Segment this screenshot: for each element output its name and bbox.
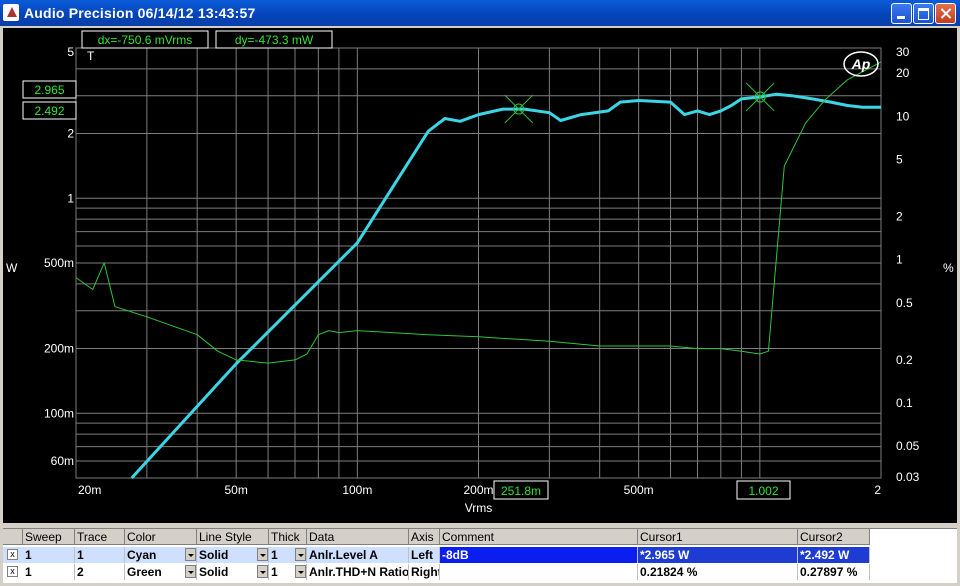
dropdown-arrow-icon[interactable] xyxy=(257,548,268,561)
y2-tick-label: 10 xyxy=(896,109,910,123)
y-tick-label: 5 xyxy=(67,45,74,59)
y2-tick-label: 2 xyxy=(896,210,903,224)
x-axis-title: Vrms xyxy=(465,501,493,515)
minimize-button[interactable] xyxy=(891,3,912,24)
x-tick-label: 50m xyxy=(224,483,247,497)
y-tick-label: 2 xyxy=(67,127,74,141)
y-tick-label: 200m xyxy=(44,342,74,356)
cell-comment[interactable] xyxy=(440,564,638,580)
series-line-cyan xyxy=(130,92,881,480)
x-tick-label: 2 xyxy=(874,483,881,497)
header-corner xyxy=(3,529,23,545)
cell-cursor1: 0.21824 % xyxy=(638,564,798,580)
y2-tick-label: 20 xyxy=(896,66,910,80)
app-logo-icon xyxy=(3,4,19,21)
y2-tick-label: 1 xyxy=(896,253,903,267)
y2-tick-label: 0.2 xyxy=(896,353,913,367)
dropdown-arrow-icon[interactable] xyxy=(185,548,196,561)
sweep-graph[interactable]: 20m 50m 100m 200m 500m 2 5 2 1 500m 200m 100m 60m 30 2… xyxy=(3,28,957,523)
y-cursor1-readout: 2.965 xyxy=(34,83,64,97)
cell-data[interactable]: Anlr.THD+N Ratio xyxy=(307,564,409,580)
column-header-line-style[interactable]: Line Style xyxy=(197,529,269,545)
x-tick-label: 500m xyxy=(624,483,654,497)
cell-sweep: 1 xyxy=(23,547,75,563)
column-header-axis[interactable]: Axis xyxy=(409,529,440,545)
cell-comment[interactable]: -8dB xyxy=(440,547,638,563)
column-header-trace[interactable]: Trace xyxy=(75,529,125,545)
cell-sweep: 1 xyxy=(23,564,75,580)
trace-enable-checkbox[interactable]: x xyxy=(7,549,18,560)
cell-trace: 2 xyxy=(75,564,125,580)
y2-tick-label: 30 xyxy=(896,45,910,59)
cell-trace: 1 xyxy=(75,547,125,563)
trace-enable-checkbox[interactable]: x xyxy=(7,566,18,577)
column-header-comment[interactable]: Comment xyxy=(440,529,638,545)
y-axis-title: W xyxy=(6,261,18,275)
y-tick-label: 60m xyxy=(51,454,74,468)
maximize-button[interactable] xyxy=(913,3,934,24)
column-header-cursor2[interactable]: Cursor2 xyxy=(798,529,870,545)
cell-cursor2: 0.27897 % xyxy=(798,564,870,580)
grid-lines xyxy=(75,47,882,479)
column-header-cursor1[interactable]: Cursor1 xyxy=(638,529,798,545)
x-tick-label: 100m xyxy=(342,483,372,497)
column-header-thick[interactable]: Thick xyxy=(269,529,307,545)
close-button[interactable] xyxy=(935,3,956,24)
y-tick-label: 500m xyxy=(44,256,74,270)
title-bar: Audio Precision 06/14/12 13:43:57 xyxy=(0,0,960,26)
cell-data[interactable]: Anlr.Level A xyxy=(307,547,409,563)
y-tick-label: 100m xyxy=(44,406,74,420)
dropdown-arrow-icon[interactable] xyxy=(185,565,196,578)
graph-area[interactable]: 20m 50m 100m 200m 500m 2 5 2 1 500m 200m 100m 60m 30 2… xyxy=(3,28,957,523)
trace-table[interactable]: Sweep Trace Color Line Style Thick Data Axis Co… xyxy=(3,528,957,583)
x-tick-label: 200m xyxy=(463,483,493,497)
column-header-sweep[interactable]: Sweep xyxy=(23,529,75,545)
cell-cursor2: *2.492 W xyxy=(798,547,870,563)
x-cursor2-readout: 1.002 xyxy=(748,484,778,498)
dy-readout: dy=-473.3 mW xyxy=(235,33,314,47)
table-header: Sweep Trace Color Line Style Thick Data Axis Co… xyxy=(3,529,870,545)
y2-tick-label: 0.5 xyxy=(896,296,913,310)
trigger-marker: T xyxy=(87,49,95,63)
y2-tick-label: 0.1 xyxy=(896,396,913,410)
dx-readout: dx=-750.6 mVrms xyxy=(98,33,193,47)
x-tick-label: 20m xyxy=(78,483,101,497)
x-cursor1-readout: 251.8m xyxy=(501,484,541,498)
y2-axis-title: % xyxy=(943,261,954,275)
y2-tick-label: 0.05 xyxy=(896,439,920,453)
table-row[interactable]: x 1 2 Green Solid 1 Anlr.THD+N Ratio Right 0.218… xyxy=(3,564,870,580)
y2-tick-label: 0.03 xyxy=(896,470,920,484)
dropdown-arrow-icon[interactable] xyxy=(257,565,268,578)
cell-axis[interactable]: Left xyxy=(409,547,440,563)
cursor-overlay: dx=-750.6 mVrms dy=-473.3 mW2.9652.492251… xyxy=(22,30,879,500)
y2-tick-label: 5 xyxy=(896,153,903,167)
window-title: Audio Precision 06/14/12 13:43:57 xyxy=(24,5,256,21)
column-header-data[interactable]: Data xyxy=(307,529,409,545)
y-cursor2-readout: 2.492 xyxy=(34,104,64,118)
column-header-color[interactable]: Color xyxy=(125,529,197,545)
dropdown-arrow-icon[interactable] xyxy=(295,565,306,578)
table-row[interactable]: x 1 1 Cyan Solid 1 Anlr.Level A Left -8dB *2.965 … xyxy=(3,547,870,563)
cell-axis[interactable]: Right xyxy=(409,564,440,580)
dropdown-arrow-icon[interactable] xyxy=(295,548,306,561)
cell-cursor1: *2.965 W xyxy=(638,547,798,563)
y-tick-label: 1 xyxy=(67,191,74,205)
ap-logo-text: Ap xyxy=(851,56,871,72)
